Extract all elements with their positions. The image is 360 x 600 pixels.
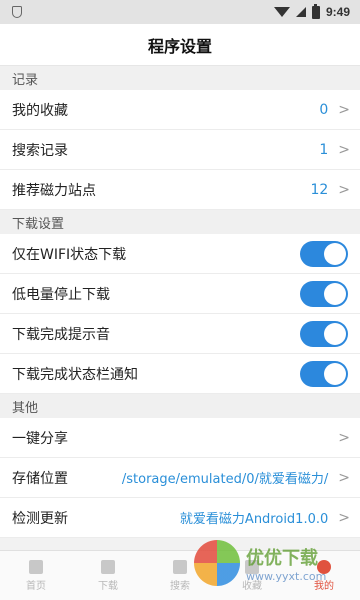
battery-icon	[311, 3, 320, 19]
row-recommended-sites[interactable]: 推荐磁力站点 12 >	[0, 170, 360, 210]
section-header-download: 下载设置	[0, 210, 360, 234]
download-icon	[101, 559, 115, 574]
favorites-icon	[245, 559, 259, 574]
chevron-right-icon: >	[338, 101, 350, 118]
row-wifi-only: 仅在WIFI状态下载	[0, 234, 360, 274]
tab-home[interactable]: 首页	[0, 551, 72, 600]
toggle-knob	[324, 242, 346, 265]
chevron-right-icon: >	[338, 509, 350, 526]
chevron-right-icon: >	[338, 141, 350, 158]
status-bar: 9:49	[0, 0, 360, 24]
tab-label: 收藏	[242, 580, 262, 592]
section-header-other: 其他	[0, 394, 360, 418]
row-label: 检测更新	[12, 510, 68, 527]
wifi-icon	[273, 7, 290, 17]
bottom-tab-bar: 首页 下载 搜索 收藏 我的	[0, 550, 360, 600]
shield-icon	[12, 6, 22, 18]
row-label: 下载完成提示音	[12, 326, 110, 343]
row-label: 推荐磁力站点	[12, 182, 96, 199]
row-search-history[interactable]: 搜索记录 1 >	[0, 130, 360, 170]
row-label: 搜索记录	[12, 142, 68, 159]
row-label: 我的收藏	[12, 102, 68, 119]
signal-icon	[295, 7, 306, 17]
tab-search[interactable]: 搜索	[144, 551, 216, 600]
row-label: 下载完成状态栏通知	[12, 366, 138, 383]
row-storage-location[interactable]: 存储位置 /storage/emulated/0/就爱看磁力/ >	[0, 458, 360, 498]
chevron-right-icon: >	[338, 429, 350, 446]
chevron-right-icon: >	[338, 469, 350, 486]
wifi-only-toggle[interactable]	[300, 240, 348, 267]
statusbar-notify-toggle[interactable]	[300, 360, 348, 387]
low-battery-toggle[interactable]	[300, 280, 348, 307]
tab-download[interactable]: 下载	[72, 551, 144, 600]
row-check-update[interactable]: 检测更新 就爱看磁力Android1.0.0 >	[0, 498, 360, 538]
tab-label: 我的	[314, 580, 334, 592]
row-complete-sound: 下载完成提示音	[0, 314, 360, 354]
row-label: 存储位置	[12, 470, 68, 487]
toggle-knob	[324, 282, 346, 305]
row-low-battery-stop: 低电量停止下载	[0, 274, 360, 314]
section-header-records: 记录	[0, 66, 360, 90]
storage-path: /storage/emulated/0/就爱看磁力/	[121, 472, 329, 487]
tab-label: 首页	[26, 580, 46, 592]
recommended-sites-count: 12	[310, 181, 329, 198]
tab-favorites[interactable]: 收藏	[216, 551, 288, 600]
app-version: 就爱看磁力Android1.0.0	[179, 512, 329, 527]
row-statusbar-notify: 下载完成状态栏通知	[0, 354, 360, 394]
row-label: 一键分享	[12, 430, 68, 447]
row-label: 低电量停止下载	[12, 286, 110, 303]
tab-mine[interactable]: 我的	[288, 551, 360, 600]
toggle-knob	[324, 322, 346, 345]
search-icon	[173, 559, 187, 574]
user-icon	[317, 559, 331, 574]
row-label: 仅在WIFI状态下载	[12, 246, 127, 263]
home-icon	[29, 559, 43, 574]
tab-label: 下载	[98, 580, 118, 592]
search-history-count: 1	[319, 141, 329, 158]
tab-label: 搜索	[170, 580, 190, 592]
favorites-count: 0	[319, 101, 329, 118]
row-share[interactable]: 一键分享 >	[0, 418, 360, 458]
complete-sound-toggle[interactable]	[300, 320, 348, 347]
row-favorites[interactable]: 我的收藏 0 >	[0, 90, 360, 130]
page-title: 程序设置	[0, 24, 360, 66]
toggle-knob	[324, 362, 346, 385]
chevron-right-icon: >	[338, 181, 350, 198]
status-time: 9:49	[325, 5, 350, 19]
